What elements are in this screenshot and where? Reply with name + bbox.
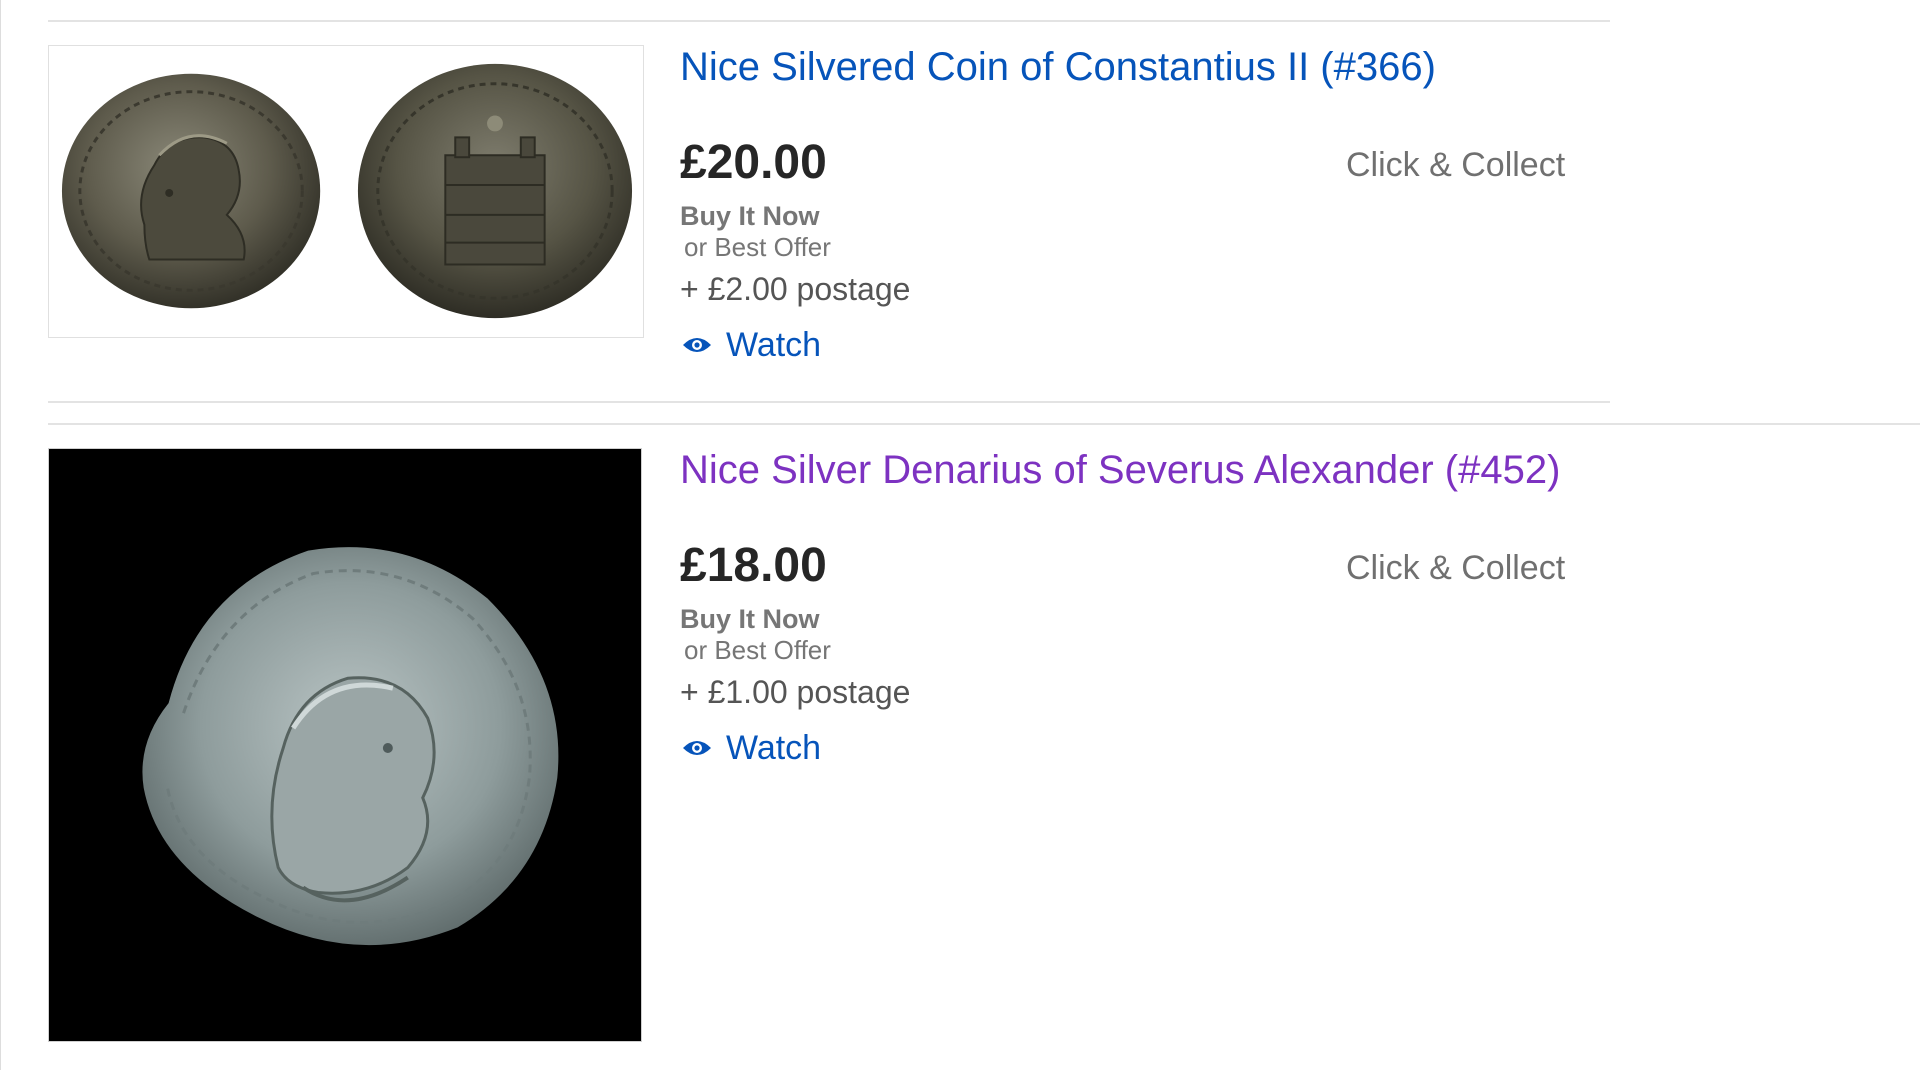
listing-details: Nice Silvered Coin of Constantius II (#3…: [680, 45, 1610, 364]
click-collect-label: Click & Collect: [1346, 549, 1566, 587]
best-offer-label: or Best Offer: [684, 232, 831, 262]
click-collect-label: Click & Collect: [1346, 146, 1566, 184]
best-offer-label: or Best Offer: [684, 635, 831, 665]
buy-format-label: Buy It Now: [680, 201, 820, 231]
listing-thumbnail[interactable]: [48, 45, 644, 338]
watch-label: Watch: [726, 729, 822, 767]
silver-coin-image: [49, 449, 641, 1041]
eye-icon: [683, 338, 711, 353]
watch-label: Watch: [726, 326, 822, 364]
postage-cost: + £2.00 postage: [680, 271, 911, 307]
divider: [48, 423, 1920, 425]
listing-thumbnail[interactable]: [48, 448, 642, 1042]
listing-details: Nice Silver Denarius of Severus Alexande…: [680, 448, 1610, 767]
divider: [48, 401, 1610, 403]
listing-price: £18.00: [680, 539, 827, 592]
left-border: [0, 0, 1, 1070]
listing-item: Nice Silvered Coin of Constantius II (#3…: [48, 45, 1610, 364]
watch-button[interactable]: Watch: [682, 728, 821, 768]
listing-title-link[interactable]: Nice Silvered Coin of Constantius II (#3…: [680, 45, 1610, 89]
listing-title-link[interactable]: Nice Silver Denarius of Severus Alexande…: [680, 448, 1610, 492]
coin-pair-image: [61, 63, 633, 319]
listing-item: Nice Silver Denarius of Severus Alexande…: [48, 448, 1610, 1044]
search-results-page: Nice Silvered Coin of Constantius II (#3…: [0, 0, 1920, 1070]
postage-cost: + £1.00 postage: [680, 674, 911, 710]
listing-price: £20.00: [680, 136, 827, 189]
eye-icon: [683, 741, 711, 756]
watch-button[interactable]: Watch: [682, 325, 821, 365]
divider: [48, 20, 1610, 22]
buy-format-label: Buy It Now: [680, 604, 820, 634]
